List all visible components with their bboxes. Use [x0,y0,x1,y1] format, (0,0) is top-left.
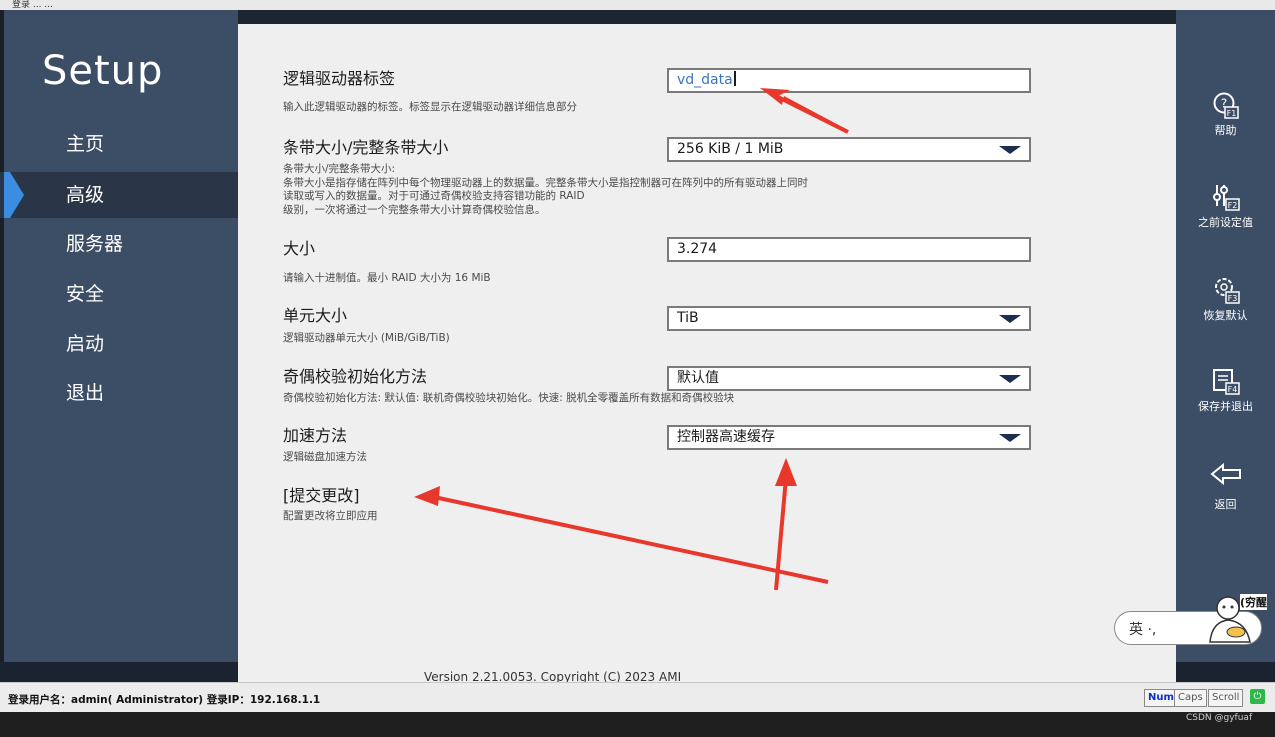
parity-init-value: 默认值 [677,370,719,386]
parity-init-select[interactable]: 默认值 [667,366,1031,391]
svg-text:F3: F3 [1227,294,1237,303]
help-label: 帮助 [1214,124,1237,137]
strip-size-help-3: 读取或写入的数据量。对于可通过奇偶校验支持容错功能的 RAID [283,190,585,202]
caps-lock-indicator[interactable]: Caps [1174,689,1207,707]
help-button[interactable]: ? F1 帮助 [1176,92,1275,138]
nav-item-security[interactable]: 安全 [0,271,238,317]
nav-item-exit[interactable]: 退出 [0,370,238,416]
previous-values-button[interactable]: F2 之前设定值 [1176,182,1275,230]
restore-defaults-button[interactable]: F3 恢复默认 [1176,275,1275,323]
size-help: 请输入十进制值。最小 RAID 大小为 16 MiB [283,272,491,284]
chevron-down-icon [999,146,1021,154]
save-exit-label: 保存并退出 [1198,400,1253,413]
restore-defaults-label: 恢复默认 [1203,309,1248,322]
chevron-down-icon [999,434,1021,442]
text-caret [733,71,736,86]
main-content: 逻辑驱动器标签 vd_data 输入此逻辑驱动器的标签。标签显示在逻辑驱动器详细… [238,24,1176,684]
size-value: 3.274 [677,241,718,257]
drive-label-value: vd_data [677,72,733,88]
acceleration-value: 控制器高速缓存 [677,429,775,445]
drive-label-input[interactable]: vd_data [667,68,1031,93]
window-title-fragment: 登录 ... ... [12,0,53,10]
active-nav-marker-arrow [10,172,24,218]
unit-size-value: TiB [677,310,699,326]
label-field-title: 逻辑驱动器标签 [283,69,396,88]
nav-item-server[interactable]: 服务器 [0,221,238,267]
acceleration-select[interactable]: 控制器高速缓存 [667,425,1031,450]
window-title-bar: 登录 ... ... [0,0,1275,10]
power-icon[interactable]: ⏻ [1250,689,1265,704]
previous-values-label: 之前设定值 [1198,216,1253,229]
bottom-strip [0,712,1275,737]
save-icon: F4 [1212,369,1240,395]
strip-size-help-2: 条带大小是指存储在阵列中每个物理驱动器上的数据量。完整条带大小是指控制器可在阵列… [283,177,808,189]
submit-changes-button[interactable]: [提交更改] [283,482,360,506]
size-title: 大小 [283,239,316,258]
strip-size-help-4: 级别，一次将通过一个完整条带大小计算奇偶校验信息。 [283,204,546,216]
back-button[interactable]: 返回 [1176,462,1275,512]
sliders-icon: F2 [1212,185,1240,211]
nav-item-advanced[interactable]: 高级 [0,172,238,218]
acceleration-help: 逻辑磁盘加速方法 [283,451,367,463]
parity-init-help: 奇偶校验初始化方法: 默认值: 联机奇偶校验块初始化。快速: 脱机全零覆盖所有数… [283,392,735,404]
login-info: 登录用户名：admin( Administrator) 登录IP：192.168… [8,694,321,706]
status-bar: 登录用户名：admin( Administrator) 登录IP：192.168… [0,682,1275,712]
strip-size-help-1: 条带大小/完整条带大小: [283,163,396,175]
setup-logo: Setup [42,48,164,94]
strip-size-value: 256 KiB / 1 MiB [677,141,784,157]
help-icon: ? F1 [1213,92,1239,119]
nav-item-boot[interactable]: 启动 [0,321,238,367]
back-label: 返回 [1214,498,1237,511]
num-lock-indicator[interactable]: Num [1144,689,1178,707]
chevron-down-icon [999,375,1021,383]
svg-text:F4: F4 [1227,385,1237,394]
scroll-lock-indicator[interactable]: Scroll [1208,689,1244,707]
ime-tag: (穷醒 [1240,594,1268,610]
label-field-help: 输入此逻辑驱动器的标签。标签显示在逻辑驱动器详细信息部分 [283,101,577,113]
unit-size-help: 逻辑驱动器单元大小 (MiB/GiB/TiB) [283,332,450,344]
submit-changes-help: 配置更改将立即应用 [283,510,378,522]
bottom-bevel-left [0,662,238,682]
gear-reset-icon: F3 [1214,278,1240,304]
ime-status: 英 ·, [1129,622,1157,638]
size-input[interactable]: 3.274 [667,237,1031,262]
back-arrow-icon [1209,462,1241,486]
nav-item-home[interactable]: 主页 [0,121,238,167]
acceleration-title: 加速方法 [283,426,348,445]
strip-size-select[interactable]: 256 KiB / 1 MiB [667,137,1031,162]
bottom-bevel-right [1176,662,1275,682]
watermark: CSDN @gyfuaf [1186,713,1253,723]
chevron-down-icon [999,315,1021,323]
unit-size-select[interactable]: TiB [667,306,1031,331]
parity-init-title: 奇偶校验初始化方法 [283,367,428,386]
svg-text:F2: F2 [1227,201,1237,210]
strip-size-title: 条带大小/完整条带大小 [283,138,449,157]
svg-text:F1: F1 [1226,109,1236,118]
save-exit-button[interactable]: F4 保存并退出 [1176,368,1275,414]
unit-size-title: 单元大小 [283,306,348,325]
